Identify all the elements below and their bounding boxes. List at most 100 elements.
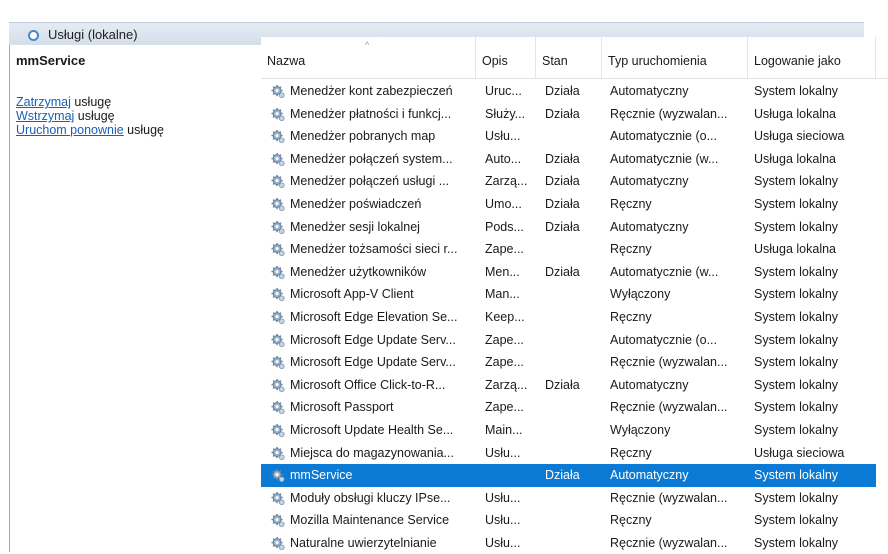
service-name-cell: Menedżer płatności i funkcj... (290, 106, 452, 121)
table-row[interactable]: Menedżer sesji lokalnej Pods... Działa Auto… (261, 216, 888, 239)
column-header-status[interactable]: Stan (536, 37, 602, 78)
gear-icon (270, 242, 286, 257)
table-row[interactable]: Menedżer pobranych map Usłu... Automatyczn… (261, 125, 888, 148)
service-startup-type-cell: Automatycznie (w... (610, 151, 719, 166)
table-row[interactable]: Menedżer poświadczeń Umo... Działa Ręczny Sy… (261, 193, 888, 216)
service-status-cell: Działa (545, 84, 580, 98)
service-log-on-as-cell: System lokalny (754, 309, 839, 324)
column-header-startup-type[interactable]: Typ uruchomienia (602, 37, 748, 78)
table-row[interactable]: Microsoft App-V Client Man... Wyłączony Sys… (261, 283, 888, 306)
gear-icon (270, 84, 286, 99)
service-log-on-as-cell: System lokalny (754, 490, 839, 505)
service-log-on-as-cell: System lokalny (754, 264, 839, 279)
sort-ascending-icon: ^ (365, 40, 370, 50)
table-row[interactable]: Menedżer użytkowników Men... Działa Automat… (261, 261, 888, 284)
service-startup-type-cell: Automatycznie (w... (610, 264, 719, 279)
action-restart: Uruchom ponownie usługę (16, 123, 164, 137)
table-row[interactable]: Menedżer kont zabezpieczeń Uruc... Działa A… (261, 80, 888, 103)
service-log-on-as-cell: System lokalny (754, 84, 839, 98)
column-header-description-label: Opis (482, 54, 508, 68)
table-row[interactable]: Menedżer tożsamości sieci r... Zape... Ręc… (261, 238, 888, 261)
column-header-status-label: Stan (542, 54, 568, 68)
table-row[interactable]: Miejsca do magazynowania... Usłu... Ręczny… (261, 442, 888, 465)
service-description-cell: Men... (485, 264, 520, 279)
service-name-cell: Naturalne uwierzytelnianie (290, 535, 437, 550)
service-name-cell: Moduły obsługi kluczy IPse... (290, 490, 451, 505)
gear-icon (270, 197, 286, 212)
service-startup-type-cell: Wyłączony (610, 422, 671, 437)
table-row[interactable]: Menedżer połączeń usługi ... Zarzą... Dzia… (261, 170, 888, 193)
column-header-log-on-as[interactable]: Logowanie jako (748, 37, 876, 78)
service-log-on-as-cell: System lokalny (754, 219, 839, 234)
service-log-on-as-cell: Usługa sieciowa (754, 129, 845, 144)
table-row[interactable]: Microsoft Passport Zape... Ręcznie (wyzwal… (261, 396, 888, 419)
table-row[interactable]: mmService Działa Automatyczny System lokaln… (261, 464, 876, 487)
table-row[interactable]: Menedżer połączeń system... Auto... Działa… (261, 148, 888, 171)
service-log-on-as-cell: System lokalny (754, 513, 839, 528)
service-name-cell: Microsoft Update Health Se... (290, 422, 454, 437)
column-header-name[interactable]: Nazwa ^ (261, 37, 476, 78)
action-stop: Zatrzymaj usługę (16, 95, 111, 109)
service-startup-type-cell: Automatyczny (610, 219, 689, 234)
gear-icon (270, 446, 286, 461)
service-description-cell: Zape... (485, 355, 524, 370)
service-startup-type-cell: Ręczny (610, 196, 652, 211)
service-log-on-as-cell: Usługa lokalna (754, 106, 836, 121)
table-row[interactable]: Menedżer płatności i funkcj... Służy... Dz… (261, 103, 888, 126)
service-status-cell: Działa (545, 174, 580, 189)
service-startup-type-cell: Automatyczny (610, 84, 689, 98)
service-startup-type-cell: Ręcznie (wyzwalan... (610, 106, 728, 121)
column-header-description[interactable]: Opis (476, 37, 536, 78)
service-status-cell: Działa (545, 377, 580, 392)
service-log-on-as-cell: System lokalny (754, 196, 839, 211)
pause-service-link[interactable]: Wstrzymaj (16, 109, 74, 123)
table-row[interactable]: Microsoft Update Health Se... Main... Wyłą… (261, 419, 888, 442)
services-list: Nazwa ^ Opis Stan Typ uruchomienia Logow… (261, 37, 888, 552)
service-startup-type-cell: Automatycznie (o... (610, 129, 717, 144)
table-row[interactable]: Moduły obsługi kluczy IPse... Usłu... Ręcz… (261, 487, 888, 510)
service-name-cell: Microsoft Edge Elevation Se... (290, 309, 458, 324)
service-name-cell: Menedżer pobranych map (290, 129, 436, 144)
gear-icon (270, 536, 286, 551)
service-log-on-as-cell: Usługa sieciowa (754, 445, 845, 460)
service-name-cell: mmService (290, 468, 353, 483)
table-row[interactable]: Mozilla Maintenance Service Usłu... Ręczny… (261, 509, 888, 532)
service-description-cell: Usłu... (485, 490, 521, 505)
service-description-cell: Zarzą... (485, 174, 528, 189)
service-log-on-as-cell: System lokalny (754, 468, 839, 483)
table-row[interactable]: Microsoft Edge Update Serv... Zape... Ręcz… (261, 351, 888, 374)
gear-icon (270, 129, 286, 144)
service-startup-type-cell: Ręcznie (wyzwalan... (610, 355, 728, 370)
stop-service-link[interactable]: Zatrzymaj (16, 95, 71, 109)
service-name-cell: Menedżer użytkowników (290, 264, 427, 279)
restart-service-link[interactable]: Uruchom ponownie (16, 123, 124, 137)
gear-icon (270, 378, 286, 393)
gear-icon (270, 107, 286, 122)
service-log-on-as-cell: Usługa lokalna (754, 242, 836, 257)
service-startup-type-cell: Ręcznie (wyzwalan... (610, 400, 728, 415)
column-header-row: Nazwa ^ Opis Stan Typ uruchomienia Logow… (261, 37, 888, 79)
service-description-cell: Zarzą... (485, 377, 528, 392)
service-log-on-as-cell: System lokalny (754, 355, 839, 370)
table-row[interactable]: Microsoft Edge Elevation Se... Keep... Ręc… (261, 306, 888, 329)
service-startup-type-cell: Ręczny (610, 445, 652, 460)
service-name-cell: Microsoft Edge Update Serv... (290, 355, 456, 370)
service-startup-type-cell: Automatyczny (610, 468, 689, 483)
service-log-on-as-cell: Usługa lokalna (754, 151, 836, 166)
service-log-on-as-cell: System lokalny (754, 535, 839, 550)
gear-icon (270, 265, 286, 280)
service-startup-type-cell: Ręcznie (wyzwalan... (610, 535, 728, 550)
gear-icon (270, 355, 286, 370)
service-description-cell: Man... (485, 287, 520, 302)
service-status-cell: Działa (545, 151, 580, 166)
table-row[interactable]: Microsoft Office Click-to-R... Zarzą... Dz… (261, 374, 888, 397)
table-row[interactable]: Microsoft Edge Update Serv... Zape... Auto… (261, 329, 888, 352)
details-pane: mmService Zatrzymaj usługę Wstrzymaj usł… (9, 45, 262, 552)
table-row[interactable]: Naturalne uwierzytelnianie Usłu... Ręcznie… (261, 532, 888, 554)
service-description-cell: Usłu... (485, 445, 521, 460)
service-description-cell: Umo... (485, 196, 522, 211)
services-icon (26, 28, 40, 42)
selected-service-name: mmService (16, 53, 86, 68)
gear-icon (270, 491, 286, 506)
service-description-cell: Usłu... (485, 535, 521, 550)
